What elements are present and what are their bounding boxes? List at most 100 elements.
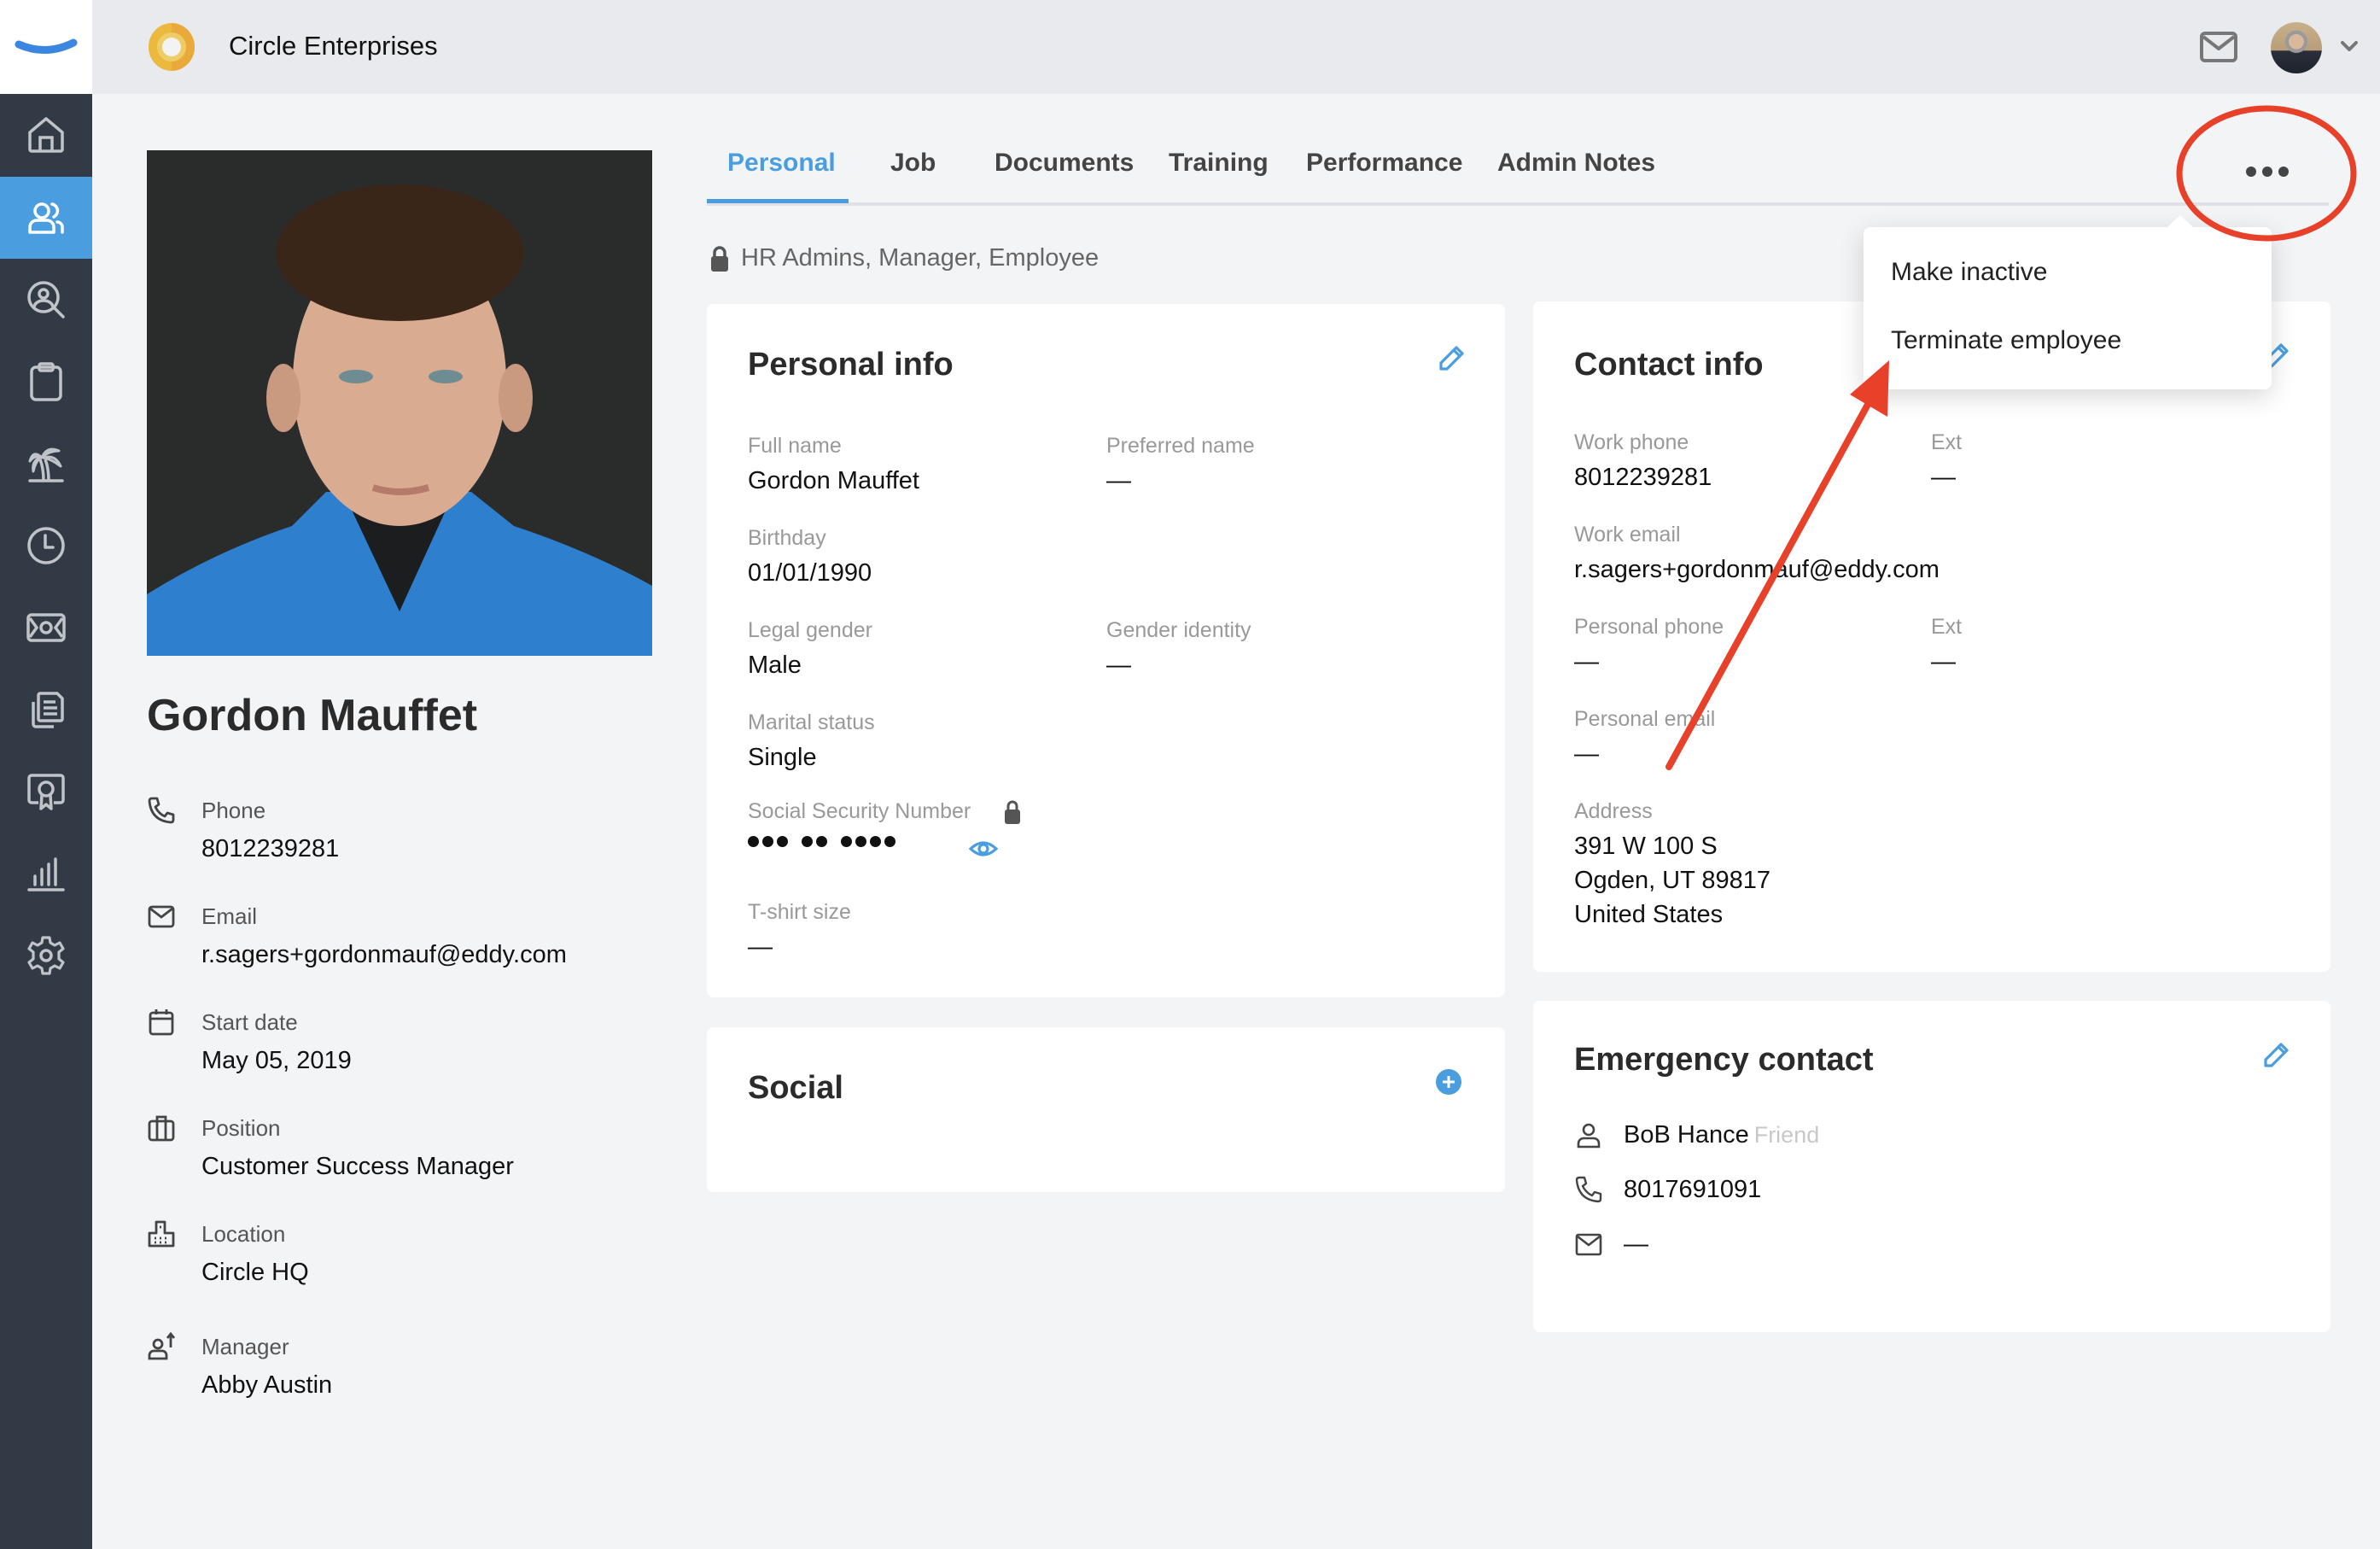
- field-label: Marital status: [748, 710, 875, 734]
- lock-icon: [1005, 800, 1020, 824]
- field-value: Gordon Mauffet: [748, 467, 919, 494]
- sidebar-item-reports[interactable]: [0, 833, 92, 915]
- field-label: Full name: [748, 434, 842, 458]
- sidebar-item-time-tracking[interactable]: [0, 505, 92, 587]
- field-label: Personal email: [1574, 707, 1716, 731]
- profile-field-label: Manager: [201, 1334, 289, 1359]
- sidebar-item-settings[interactable]: [0, 915, 92, 997]
- calendar-icon: [149, 1009, 174, 1036]
- profile-field-label: Start date: [201, 1009, 298, 1035]
- field-label: Work email: [1574, 523, 1681, 547]
- access-note-text: HR Admins, Manager, Employee: [741, 244, 1100, 272]
- field-label: Work phone: [1574, 430, 1689, 454]
- more-options-button[interactable]: [2233, 150, 2301, 193]
- emergency-contact-phone: 8017691091: [1624, 1175, 1762, 1203]
- phone-icon: [148, 797, 175, 824]
- field-value: —: [1106, 652, 1131, 679]
- field-label: Address: [1574, 799, 1653, 823]
- profile-field-label: Phone: [201, 798, 266, 823]
- field-work-email: Work email r.sagers+gordonmauf@eddy.com: [1574, 523, 1940, 587]
- edit-pencil-icon[interactable]: [2259, 1038, 2293, 1073]
- address-line-1: 391 W 100 S: [1574, 833, 1718, 860]
- menu-item-terminate-employee[interactable]: Terminate employee: [1891, 326, 2121, 355]
- mail-icon: [1575, 1233, 1602, 1256]
- bar-chart-icon: [27, 857, 65, 891]
- field-full-name: Full name Gordon Mauffet: [748, 434, 919, 498]
- smile-logo-icon: [15, 38, 78, 55]
- briefcase-icon: [148, 1115, 175, 1142]
- profile-field-value: r.sagers+gordonmauf@eddy.com: [201, 941, 567, 968]
- field-label: Gender identity: [1106, 618, 1251, 642]
- company-logo-icon: [149, 23, 195, 71]
- home-icon: [28, 117, 64, 153]
- card-title: Social: [748, 1070, 843, 1106]
- mail-icon: [148, 905, 175, 928]
- emergency-contact-name-row: BoB Hance Friend: [1574, 1120, 1819, 1149]
- more-options-menu: Make inactive Terminate employee: [1864, 215, 2272, 389]
- documents-icon: [32, 692, 64, 728]
- field-value: r.sagers+gordonmauf@eddy.com: [1574, 556, 1940, 583]
- sidebar-item-documents[interactable]: [0, 669, 92, 751]
- emergency-contact-email-row: —: [1574, 1230, 1648, 1259]
- employee-portrait-image: [147, 150, 652, 656]
- profile-field-label: Position: [201, 1115, 281, 1141]
- field-label: Legal gender: [748, 618, 872, 642]
- phone-icon: [1575, 1176, 1602, 1203]
- sidebar-item-training[interactable]: [0, 751, 92, 833]
- dot: [2246, 167, 2256, 177]
- tab-personal[interactable]: Personal: [727, 149, 836, 178]
- palm-tree-icon: [28, 447, 64, 482]
- sidebar-item-home[interactable]: [0, 94, 92, 176]
- sidebar-item-tasks[interactable]: [0, 341, 92, 423]
- people-icon: [28, 202, 64, 234]
- tab-admin-notes[interactable]: Admin Notes: [1497, 149, 1655, 178]
- field-address: Address 391 W 100 S Ogden, UT 89817 Unit…: [1574, 799, 1770, 932]
- card-title: Personal info: [748, 347, 954, 383]
- field-label: Personal phone: [1574, 615, 1724, 639]
- company-name: Circle Enterprises: [229, 31, 438, 61]
- field-label: Preferred name: [1106, 434, 1255, 458]
- profile-field-value: Abby Austin: [201, 1371, 333, 1399]
- sidebar-item-payroll[interactable]: [0, 587, 92, 669]
- field-value: —: [1574, 740, 1599, 768]
- show-ssn-eye-icon[interactable]: [968, 833, 999, 864]
- chevron-down-icon[interactable]: [2339, 36, 2360, 56]
- address-line-3: United States: [1574, 901, 1724, 928]
- mail-icon[interactable]: [2199, 31, 2238, 63]
- app-logo[interactable]: [0, 0, 92, 94]
- dot: [2262, 167, 2272, 177]
- user-avatar[interactable]: [2271, 22, 2322, 73]
- manager-icon: [148, 1332, 176, 1360]
- emergency-contact-relationship: Friend: [1753, 1121, 1820, 1148]
- field-personal-email: Personal email —: [1574, 707, 1715, 771]
- field-value: 01/01/1990: [748, 559, 872, 587]
- field-value: Single: [748, 744, 817, 771]
- menu-item-make-inactive[interactable]: Make inactive: [1891, 258, 2047, 287]
- money-icon: [26, 613, 66, 642]
- tab-performance[interactable]: Performance: [1306, 149, 1462, 178]
- field-birthday: Birthday 01/01/1990: [748, 526, 872, 590]
- sidebar-item-time-off[interactable]: [0, 423, 92, 505]
- profile-field-value: Customer Success Manager: [201, 1153, 514, 1180]
- sidebar-item-people[interactable]: [0, 177, 92, 259]
- tab-documents[interactable]: Documents: [995, 149, 1134, 178]
- field-value: —: [1106, 467, 1131, 494]
- building-icon: [148, 1220, 175, 1248]
- field-value: —: [748, 933, 773, 961]
- field-value: —: [1574, 648, 1599, 675]
- edit-pencil-icon[interactable]: [1434, 342, 1468, 376]
- field-label: Birthday: [748, 526, 826, 550]
- emergency-contact-name: BoB Hance: [1624, 1120, 1749, 1149]
- card-title: Contact info: [1574, 347, 1764, 383]
- tab-training[interactable]: Training: [1169, 149, 1269, 178]
- tab-job[interactable]: Job: [890, 149, 936, 178]
- add-circle-icon[interactable]: [1435, 1068, 1462, 1096]
- field-preferred-name: Preferred name —: [1106, 434, 1255, 498]
- sidebar-item-recruiting[interactable]: [0, 259, 92, 341]
- personal-info-card: Personal info Full name Gordon Mauffet P…: [707, 304, 1505, 997]
- emergency-contact-email: —: [1624, 1230, 1648, 1258]
- field-label: Ext: [1931, 430, 1963, 454]
- field-value: —: [1931, 464, 1956, 491]
- field-personal-ext: Ext —: [1931, 615, 1962, 679]
- person-icon: [1577, 1123, 1601, 1149]
